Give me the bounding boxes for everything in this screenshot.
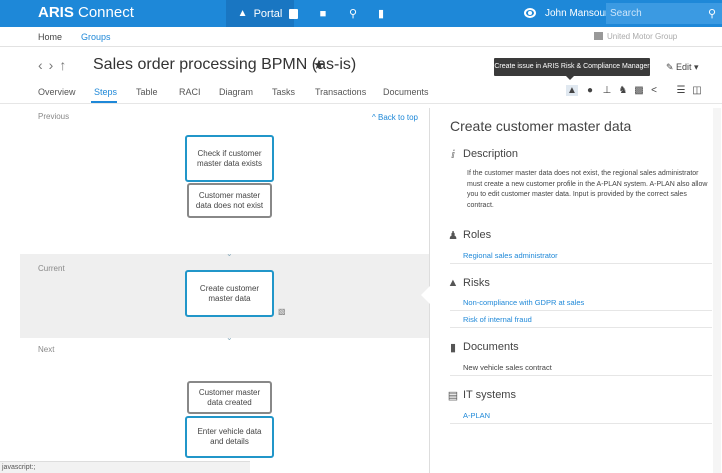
up-arrow-icon[interactable]: ↑ bbox=[59, 57, 72, 73]
divider bbox=[450, 310, 712, 311]
forward-arrow-icon[interactable]: › bbox=[49, 57, 60, 73]
document-icon: ▮ bbox=[449, 342, 457, 354]
search-box: ⚲ bbox=[606, 3, 722, 24]
breadcrumb-groups[interactable]: Groups bbox=[81, 32, 111, 42]
hierarchy-icon[interactable]: ☰ bbox=[675, 85, 687, 96]
back-to-top-link[interactable]: ^ Back to top bbox=[372, 113, 418, 122]
breadcrumb-home[interactable]: Home bbox=[38, 32, 62, 42]
share-icon[interactable]: < bbox=[648, 85, 660, 96]
detail-title: Create customer master data bbox=[450, 118, 632, 134]
roles-icon: ♟ bbox=[448, 230, 458, 242]
status-bar: javascript:; bbox=[0, 461, 250, 473]
tooltip: Create issue in ARIS Risk & Compliance M… bbox=[494, 58, 650, 80]
collaboration-icon[interactable]: ■ bbox=[312, 0, 334, 27]
divider bbox=[450, 263, 712, 264]
download-icon[interactable]: ⊥ bbox=[601, 85, 613, 96]
history-nav: ‹›↑ bbox=[38, 57, 72, 73]
it-systems-heading: IT systems bbox=[463, 389, 516, 401]
view-mode-icon[interactable] bbox=[524, 8, 536, 18]
breadcrumb: Home Groups United Motor Group bbox=[0, 27, 722, 47]
tab-steps[interactable]: Steps bbox=[94, 87, 117, 97]
next-event-node[interactable]: Customer master data created bbox=[187, 381, 272, 414]
document-item: New vehicle sales contract bbox=[463, 363, 552, 372]
portal-icon: ▲ bbox=[237, 8, 248, 19]
top-bar: ARIS Connect ▲ Portal ■ ⚲ ▮ John Mansour … bbox=[0, 0, 722, 27]
documents-heading: Documents bbox=[463, 341, 519, 353]
roles-heading: Roles bbox=[463, 229, 492, 241]
tab-transactions[interactable]: Transactions bbox=[315, 87, 366, 97]
tab-diagram[interactable]: Diagram bbox=[219, 87, 253, 97]
it-system-link[interactable]: A-PLAN bbox=[463, 411, 490, 420]
role-link[interactable]: Regional sales administrator bbox=[463, 251, 558, 260]
divider bbox=[450, 327, 712, 328]
current-label: Current bbox=[38, 264, 65, 273]
pencil-icon: ✎ bbox=[666, 62, 677, 72]
risks-heading: Risks bbox=[463, 277, 490, 289]
next-step-node[interactable]: Enter vehicle data and details bbox=[185, 416, 274, 458]
previous-label: Previous bbox=[38, 112, 70, 121]
tab-tasks[interactable]: Tasks bbox=[272, 87, 295, 97]
search-icon[interactable]: ⚲ bbox=[708, 7, 716, 20]
risk-link[interactable]: Risk of internal fraud bbox=[463, 315, 532, 324]
tab-documents[interactable]: Documents bbox=[383, 87, 429, 97]
favorite-star-icon[interactable]: ★ bbox=[313, 57, 325, 73]
compare-icon[interactable]: ◫ bbox=[691, 85, 703, 96]
description-heading: Description bbox=[463, 148, 519, 160]
print-icon[interactable]: ▩ bbox=[633, 85, 645, 96]
bookmark-icon[interactable]: ▮ bbox=[370, 0, 392, 27]
current-step-node[interactable]: Create customer master data bbox=[185, 270, 274, 317]
tab-overview[interactable]: Overview bbox=[38, 87, 76, 97]
previous-step-node[interactable]: Check if customer master data exists bbox=[185, 135, 274, 182]
next-label: Next bbox=[38, 345, 55, 354]
tab-raci[interactable]: RACI bbox=[179, 87, 201, 97]
building-icon bbox=[594, 32, 603, 40]
chevron-down-icon: ⌄ bbox=[226, 249, 233, 258]
tab-table[interactable]: Table bbox=[136, 87, 158, 97]
tab-divider bbox=[0, 103, 722, 104]
risk-link[interactable]: Non-compliance with GDPR at sales bbox=[463, 298, 584, 307]
chevron-down-icon: ⌄ bbox=[226, 333, 233, 342]
server-icon: ▤ bbox=[447, 390, 459, 402]
search-nav-icon[interactable]: ⚲ bbox=[342, 0, 364, 27]
organization-selector[interactable]: United Motor Group bbox=[594, 32, 677, 41]
create-issue-icon[interactable]: ▲ bbox=[566, 85, 578, 96]
description-text: If the customer master data does not exi… bbox=[467, 170, 708, 209]
panel-pointer bbox=[421, 286, 430, 304]
pin-icon[interactable]: ● bbox=[584, 85, 596, 96]
scrollbar[interactable] bbox=[713, 108, 721, 473]
search-input[interactable] bbox=[610, 6, 702, 21]
previous-event-node[interactable]: Customer master data does not exist bbox=[187, 183, 272, 218]
back-arrow-icon[interactable]: ‹ bbox=[38, 57, 49, 73]
divider bbox=[450, 375, 712, 376]
divider bbox=[450, 423, 712, 424]
warning-icon: ▲ bbox=[447, 277, 459, 289]
subscribe-icon[interactable]: ♞ bbox=[617, 85, 629, 96]
risk-marker-icon: ▧ bbox=[278, 307, 286, 316]
info-icon: ⅈ bbox=[451, 149, 455, 161]
app-logo[interactable]: ARIS Connect bbox=[38, 4, 134, 21]
designer-icon[interactable] bbox=[282, 0, 304, 27]
edit-button[interactable]: ✎ Edit ▾ bbox=[666, 62, 699, 73]
